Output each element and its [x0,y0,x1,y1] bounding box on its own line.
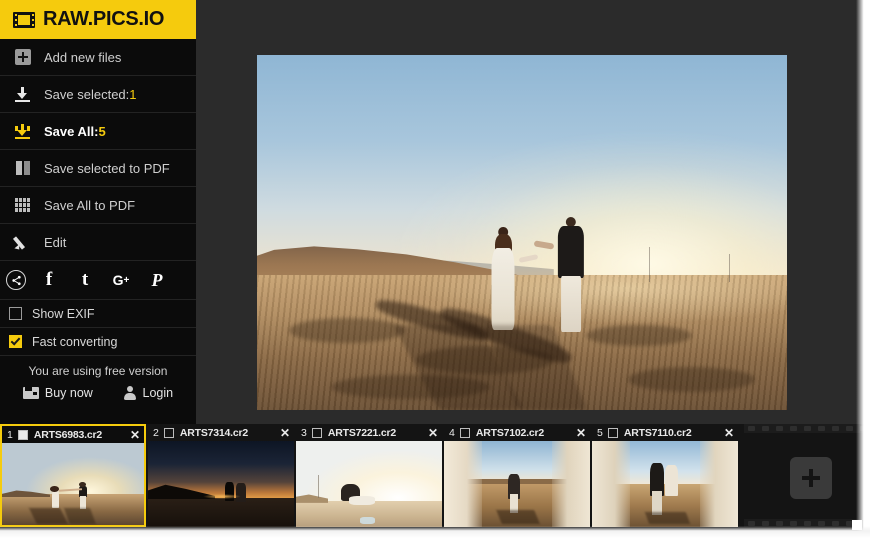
checkbox-box [9,307,22,320]
thumbnail-checkbox[interactable] [607,427,618,438]
sidebar-item-save-selected-to-pdf[interactable]: Save selected to PDF [0,150,196,187]
grid-icon [13,196,32,215]
thumbnail-filename: ARTS6983.cr2 [33,428,103,441]
free-version-note: You are using free version [28,364,168,378]
photo-pole [649,246,651,283]
account-row: Buy now Login [0,381,196,405]
buy-now-label: Buy now [44,386,93,400]
sidebar-item-label: Save selected to PDF [44,160,170,176]
current-photo[interactable] [257,55,787,410]
photo-figure-man [534,216,591,333]
sidebar-item-save-selected[interactable]: Save selected: 1 [0,76,196,113]
thumbnail-index: 1 [7,428,13,441]
sidebar-item-label: Save selected: [44,86,130,102]
close-icon[interactable]: ✕ [724,427,734,439]
fast-converting-label: Fast converting [32,334,118,349]
tumblr-icon[interactable]: t [72,267,98,293]
raw-pics-io-app: RAW.PICS.IO Add new files Save selected:… [0,0,870,538]
film-strip-icon [13,11,35,28]
login-button[interactable]: Login [123,386,174,400]
save-all-count: 5 [98,123,106,139]
thumbnail-image [296,441,442,527]
share-icon[interactable] [6,270,26,290]
save-selected-count: 1 [129,86,137,102]
close-icon[interactable]: ✕ [280,427,290,439]
thumbnail-filename: ARTS7110.cr2 [623,426,692,439]
thumbnail-header: 1 ARTS6983.cr2 ✕ [2,426,144,443]
sidebar-item-label: Save All to PDF [44,197,136,213]
thumbnail-image [592,441,738,527]
sidebar-item-label: Edit [44,234,67,250]
google-plus-icon[interactable]: G + [108,267,134,293]
thumbnail-header: 2 ARTS7314.cr2 ✕ [148,424,294,441]
thumbnail-filename: ARTS7314.cr2 [179,426,249,439]
thumbnail-index: 2 [153,426,159,439]
close-icon[interactable]: ✕ [130,429,140,441]
thumbnail-checkbox[interactable] [459,427,470,438]
pinterest-icon[interactable]: P [144,267,170,293]
thumbnail-filename: ARTS7221.cr2 [327,426,397,439]
thumbnail-item[interactable]: 5 ARTS7110.cr2 ✕ [592,424,738,527]
person-icon [123,386,137,400]
thumbnail-item[interactable]: 1 ARTS6983.cr2 ✕ [0,424,146,527]
facebook-icon[interactable]: f [36,267,62,293]
photo-figure-woman [485,227,539,331]
add-files-button[interactable] [790,457,832,499]
sidebar-menu: Add new files Save selected: 1 Save All: [0,39,196,405]
photo-sand-patch [288,317,406,343]
pencil-icon [12,233,32,252]
thumbnail-header: 4 ARTS7102.cr2 ✕ [444,424,590,441]
thumbnail-image [148,441,294,527]
brand-header[interactable]: RAW.PICS.IO [0,0,196,39]
window-resize-handle[interactable] [852,520,862,530]
thumbnail-index: 4 [449,426,455,439]
sidebar-item-edit[interactable]: Edit [0,224,196,261]
fast-converting-checkbox[interactable]: Fast converting [0,328,196,356]
photo-pole [728,253,730,283]
sidebar-item-save-all-to-pdf[interactable]: Save All to PDF [0,187,196,224]
thumbnail-index: 3 [301,426,307,439]
plus-box-icon [13,48,32,67]
sidebar-item-label: Add new files [44,49,122,65]
show-exif-label: Show EXIF [32,306,95,321]
sidebar-item-add-new-files[interactable]: Add new files [0,39,196,76]
download-icon [13,85,32,104]
close-icon[interactable]: ✕ [428,427,438,439]
thumbnail-item[interactable]: 3 ARTS7221.cr2 ✕ [296,424,442,527]
filmstrip-base [0,527,870,538]
login-label: Login [142,386,174,400]
show-exif-checkbox[interactable]: Show EXIF [0,300,196,328]
download-all-icon [13,122,32,141]
social-share-row: f t G + P [0,261,196,300]
thumbnail-item[interactable]: 4 ARTS7102.cr2 ✕ [444,424,590,527]
thumbnail-index: 5 [597,426,603,439]
wallet-icon [22,387,39,399]
thumbnail-header: 3 ARTS7221.cr2 ✕ [296,424,442,441]
brand-name: RAW.PICS.IO [43,8,165,30]
thumbnail-checkbox[interactable] [163,427,174,438]
thumbnail-checkbox[interactable] [311,427,322,438]
close-icon[interactable]: ✕ [576,427,586,439]
image-viewer [196,0,870,424]
thumbnail-checkbox[interactable] [17,429,28,440]
photo-sand-patch [585,324,692,347]
film-perforations-top [744,424,870,433]
sidebar-item-label: Save All: [44,123,99,139]
buy-now-button[interactable]: Buy now [22,386,93,400]
thumbnail-item[interactable]: 2 ARTS7314.cr2 ✕ [148,424,294,527]
thumbnail-image [444,441,590,527]
thumbnail-list: 1 ARTS6983.cr2 ✕ 2 ARTS7314.cr2 ✕ 3 ARTS… [0,424,740,527]
thumbnail-header: 5 ARTS7110.cr2 ✕ [592,424,738,441]
photo-canvas [257,55,787,410]
filmstrip: 1 ARTS6983.cr2 ✕ 2 ARTS7314.cr2 ✕ 3 ARTS… [0,424,870,538]
checkbox-box-checked [9,335,22,348]
sidebar-item-save-all[interactable]: Save All: 5 [0,113,196,150]
thumbnail-image [2,443,144,525]
two-bars-icon [13,159,32,178]
thumbnail-filename: ARTS7102.cr2 [475,426,545,439]
